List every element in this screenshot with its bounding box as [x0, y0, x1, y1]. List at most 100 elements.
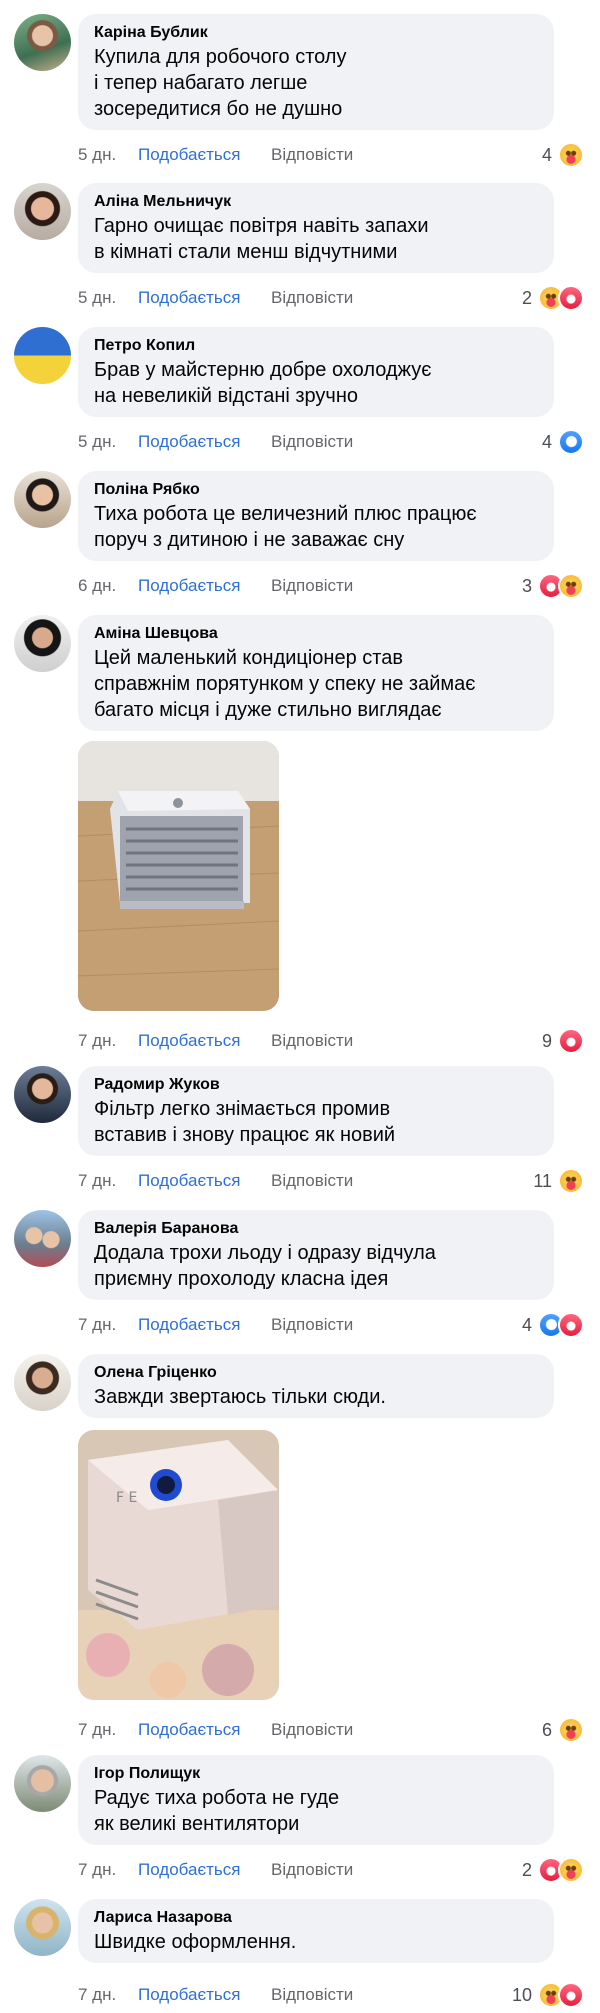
comment-time[interactable]: 7 дн. [78, 1313, 116, 1337]
reaction-count: 9 [541, 1031, 552, 1051]
avatar[interactable] [14, 183, 71, 240]
like-button[interactable]: Подобається [138, 430, 241, 454]
like-button[interactable]: Подобається [138, 1169, 241, 1193]
reaction-count: 4 [541, 145, 552, 165]
comment-time[interactable]: 7 дн. [78, 1169, 116, 1193]
reaction-summary[interactable]: 4 [521, 1312, 584, 1338]
love-reaction-icon [558, 285, 584, 311]
comment-photo[interactable] [78, 741, 279, 1011]
reply-button[interactable]: Відповісти [271, 1169, 353, 1193]
like-button[interactable]: Подобається [138, 1313, 241, 1337]
comment-author[interactable]: Аліна Мельничук [94, 191, 540, 213]
reaction-count: 6 [541, 1720, 552, 1740]
comment-author[interactable]: Олена Гріценко [94, 1362, 540, 1384]
comment-text: Додала трохи льоду і одразу відчула приє… [94, 1242, 436, 1290]
comment-bubble: Ігор Полищук Радує тиха робота не гуде я… [78, 1755, 554, 1845]
comment-author[interactable]: Ігор Полищук [94, 1763, 540, 1785]
reaction-summary[interactable]: 3 [521, 573, 584, 599]
reaction-summary[interactable]: 11 [533, 1168, 584, 1194]
reply-button[interactable]: Відповісти [271, 1858, 353, 1882]
reaction-summary[interactable]: 2 [521, 1857, 584, 1883]
love-reaction-icon [558, 1028, 584, 1054]
avatar[interactable] [14, 14, 71, 71]
comment-text: Гарно очищає повітря навіть запахи в кім… [94, 215, 429, 263]
care-reaction-icon [558, 573, 584, 599]
comment-author[interactable]: Петро Копил [94, 335, 540, 357]
care-reaction-icon [558, 1168, 584, 1194]
comment-bubble: Каріна Бублик Купила для робочого столу … [78, 14, 554, 130]
like-button[interactable]: Подобається [138, 1858, 241, 1882]
reaction-count: 4 [541, 432, 552, 452]
reaction-summary[interactable]: 10 [512, 1982, 584, 2008]
reaction-count: 2 [521, 1860, 532, 1880]
comment-author[interactable]: Валерія Баранова [94, 1218, 540, 1240]
comment-bubble: Олена Гріценко Завжди звертаюсь тільки с… [78, 1354, 554, 1418]
reaction-summary[interactable]: 2 [522, 285, 584, 311]
comment-time[interactable]: 7 дн. [78, 1983, 116, 2007]
air-cooler-photo: F E [78, 1430, 279, 1700]
reply-button[interactable]: Відповісти [271, 574, 353, 598]
comment-bubble: Петро Копил Брав у майстерню добре охоло… [78, 327, 554, 417]
reaction-count: 3 [521, 576, 532, 596]
comment-text: Завжди звертаюсь тільки сюди. [94, 1386, 386, 1408]
like-button[interactable]: Подобається [138, 1983, 241, 2007]
like-button[interactable]: Подобається [138, 143, 241, 167]
comment-actions: 7 дн. Подобається Відповісти 2 [78, 1857, 584, 1883]
like-button[interactable]: Подобається [138, 286, 241, 310]
comment-bubble: Аліна Мельничук Гарно очищає повітря нав… [78, 183, 554, 273]
comment-actions: 6 дн. Подобається Відповісти 3 [78, 573, 584, 599]
comment-time[interactable]: 5 дн. [78, 286, 116, 310]
love-reaction-icon [558, 1982, 584, 2008]
reaction-count: 4 [521, 1315, 532, 1335]
reply-button[interactable]: Відповісти [271, 1983, 353, 2007]
reply-button[interactable]: Відповісти [271, 286, 353, 310]
reaction-summary[interactable]: 4 [541, 142, 584, 168]
comment-time[interactable]: 7 дн. [78, 1029, 116, 1053]
comment-time[interactable]: 5 дн. [78, 430, 116, 454]
comment-time[interactable]: 7 дн. [78, 1718, 116, 1742]
comment-bubble: Радомир Жуков Фільтр легко знімається пр… [78, 1066, 554, 1156]
avatar[interactable] [14, 1210, 71, 1267]
comment-time[interactable]: 5 дн. [78, 143, 116, 167]
avatar[interactable] [14, 471, 71, 528]
avatar[interactable] [14, 1899, 71, 1956]
comment-bubble: Аміна Шевцова Цей маленький кондиціонер … [78, 615, 554, 731]
comment-photo[interactable]: F E [78, 1430, 279, 1700]
comment-actions: 7 дн. Подобається Відповісти 11 [78, 1168, 584, 1194]
avatar[interactable] [14, 1066, 71, 1123]
comment-text: Купила для робочого столу і тепер набага… [94, 46, 347, 120]
comment-actions: 5 дн. Подобається Відповісти 4 [78, 429, 584, 455]
reply-button[interactable]: Відповісти [271, 1313, 353, 1337]
comment-actions: 5 дн. Подобається Відповісти 4 [78, 142, 584, 168]
reply-button[interactable]: Відповісти [271, 430, 353, 454]
reaction-summary[interactable]: 4 [541, 429, 584, 455]
comment-author[interactable]: Аміна Шевцова [94, 623, 540, 645]
comment-author[interactable]: Поліна Рябко [94, 479, 540, 501]
reply-button[interactable]: Відповісти [271, 1718, 353, 1742]
comment-text: Радує тиха робота не гуде як великі вент… [94, 1787, 340, 1835]
comment-actions: 7 дн. Подобається Відповісти 6 [78, 1717, 584, 1743]
like-button[interactable]: Подобається [138, 1029, 241, 1053]
comment-author[interactable]: Каріна Бублик [94, 22, 540, 44]
comment-time[interactable]: 7 дн. [78, 1858, 116, 1882]
comment-text: Швидке оформлення. [94, 1931, 297, 1953]
reply-button[interactable]: Відповісти [271, 1029, 353, 1053]
comment-actions: 7 дн. Подобається Відповісти 4 [78, 1312, 584, 1338]
like-button[interactable]: Подобається [138, 574, 241, 598]
reply-button[interactable]: Відповісти [271, 143, 353, 167]
comment-time[interactable]: 6 дн. [78, 574, 116, 598]
comment-author[interactable]: Радомир Жуков [94, 1074, 540, 1096]
comment-author[interactable]: Лариса Назарова [94, 1907, 540, 1929]
reaction-count: 11 [533, 1171, 552, 1191]
reaction-summary[interactable]: 6 [541, 1717, 584, 1743]
avatar[interactable] [14, 615, 71, 672]
avatar[interactable] [14, 327, 71, 384]
like-button[interactable]: Подобається [138, 1718, 241, 1742]
care-reaction-icon [558, 142, 584, 168]
avatar[interactable] [14, 1755, 71, 1812]
avatar[interactable] [14, 1354, 71, 1411]
love-reaction-icon [558, 1312, 584, 1338]
svg-text:F E: F E [116, 1490, 137, 1506]
comment-bubble: Поліна Рябко Тиха робота це величезний п… [78, 471, 554, 561]
reaction-summary[interactable]: 9 [541, 1028, 584, 1054]
